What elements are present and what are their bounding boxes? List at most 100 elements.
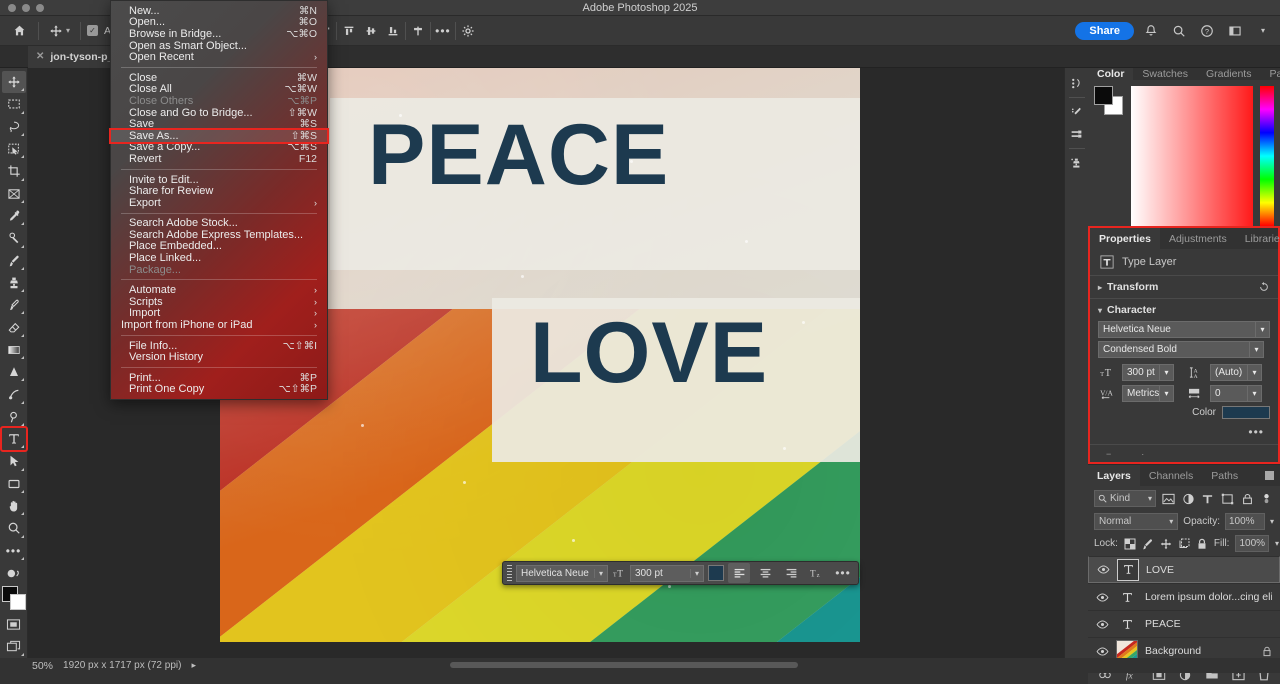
- tab-color[interactable]: Color: [1088, 68, 1133, 80]
- quick-selection-tool[interactable]: [2, 138, 26, 160]
- path-selection-tool[interactable]: [2, 450, 26, 472]
- home-icon[interactable]: [6, 20, 32, 42]
- tracking-input[interactable]: 0 ▾: [1210, 385, 1262, 402]
- layer-filter-kind-select[interactable]: Kind ▾: [1094, 490, 1156, 507]
- align-right-icon[interactable]: [780, 563, 802, 583]
- color-panel-swatches[interactable]: [1094, 86, 1124, 116]
- eyedropper-tool[interactable]: [2, 205, 26, 227]
- move-tool[interactable]: [2, 71, 26, 93]
- align-center-icon[interactable]: [754, 563, 776, 583]
- healing-brush-tool[interactable]: [2, 227, 26, 249]
- tab-libraries[interactable]: Libraries: [1236, 228, 1280, 249]
- chevron-down-icon[interactable]: ▾: [1247, 365, 1261, 380]
- menu-item-share-for-review[interactable]: Share for Review: [111, 185, 327, 197]
- lasso-tool[interactable]: [2, 116, 26, 138]
- menu-item-scripts[interactable]: Scripts›: [111, 296, 327, 308]
- menu-item-import-from-iphone-or-ipad[interactable]: Import from iPhone or iPad›: [111, 319, 327, 331]
- chevron-down-icon[interactable]: ▾: [1098, 306, 1102, 315]
- smart-object-filter-icon[interactable]: [1240, 491, 1255, 507]
- font-family-select[interactable]: Helvetica Neue ▾: [516, 565, 608, 582]
- align-horizontal-center-icon[interactable]: [408, 21, 428, 41]
- chevron-down-icon[interactable]: ▾: [690, 569, 699, 578]
- gradient-tool[interactable]: [2, 339, 26, 361]
- chevron-right-icon[interactable]: ▸: [1098, 283, 1102, 292]
- chevron-right-icon[interactable]: ▸: [191, 660, 196, 671]
- menu-item-save-as[interactable]: Save As...⇧⌘S: [111, 130, 327, 142]
- menu-item-automate[interactable]: Automate›: [111, 284, 327, 296]
- pixel-filter-icon[interactable]: [1161, 491, 1176, 507]
- share-button[interactable]: Share: [1075, 22, 1134, 40]
- help-icon[interactable]: ?: [1196, 20, 1218, 42]
- kerning-input[interactable]: Metrics ▾: [1122, 385, 1174, 402]
- tab-paths[interactable]: Paths: [1202, 465, 1247, 486]
- text-orientation-icon[interactable]: Tz: [806, 563, 828, 583]
- pen-tool[interactable]: [2, 406, 26, 428]
- search-icon[interactable]: [1168, 20, 1190, 42]
- layer-row-love[interactable]: LOVE: [1088, 556, 1280, 583]
- menu-item-new[interactable]: New...⌘N: [111, 5, 327, 17]
- menu-item-close-all[interactable]: Close All⌥⌘W: [111, 84, 327, 96]
- gear-icon[interactable]: [458, 21, 478, 41]
- align-left-icon[interactable]: [728, 563, 750, 583]
- bell-icon[interactable]: [1140, 20, 1162, 42]
- font-size-select[interactable]: 300 pt ▾: [630, 565, 704, 582]
- drag-handle[interactable]: [507, 565, 512, 581]
- lock-position-icon[interactable]: [1160, 536, 1172, 552]
- filter-toggle-icon[interactable]: [1259, 491, 1274, 507]
- floating-text-toolbar[interactable]: Helvetica Neue ▾ TT 300 pt ▾ Tz: [502, 561, 859, 585]
- menu-item-import[interactable]: Import›: [111, 308, 327, 320]
- tab-channels[interactable]: Channels: [1140, 465, 1202, 486]
- align-top-icon[interactable]: [339, 21, 359, 41]
- lock-all-icon[interactable]: [1196, 536, 1208, 552]
- menu-item-place-linked[interactable]: Place Linked...: [111, 252, 327, 264]
- quick-mask-toggle[interactable]: [2, 562, 26, 584]
- menu-item-close-and-go-to-bridge[interactable]: Close and Go to Bridge...⇧⌘W: [111, 107, 327, 119]
- history-brush-tool[interactable]: [2, 294, 26, 316]
- lock-transparency-icon[interactable]: [1124, 536, 1136, 552]
- clone-stamp-tool[interactable]: [2, 272, 26, 294]
- hand-tool[interactable]: [2, 495, 26, 517]
- minimize-window-button[interactable]: [22, 4, 30, 12]
- horizontal-scrollbar[interactable]: [450, 662, 798, 668]
- menu-item-browse-in-bridge[interactable]: Browse in Bridge...⌥⌘O: [111, 28, 327, 40]
- window-controls[interactable]: [8, 4, 44, 12]
- character-more-button[interactable]: •••: [1248, 425, 1264, 439]
- lock-icon[interactable]: [1262, 646, 1272, 657]
- fill-input[interactable]: 100%: [1235, 535, 1269, 552]
- text-color-swatch[interactable]: [1222, 406, 1270, 419]
- edit-in-quick-mask-icon[interactable]: [2, 613, 26, 635]
- align-bottom-icon[interactable]: [383, 21, 403, 41]
- screen-mode-icon[interactable]: [2, 636, 26, 658]
- color-ramp[interactable]: [1131, 86, 1253, 226]
- menu-item-save[interactable]: Save⌘S: [111, 118, 327, 130]
- clone-source-icon[interactable]: [1067, 152, 1087, 174]
- brush-settings-icon[interactable]: [1067, 101, 1087, 123]
- menu-item-close[interactable]: Close⌘W: [111, 72, 327, 84]
- edit-toolbar-button[interactable]: •••: [2, 540, 26, 562]
- font-family-select[interactable]: Helvetica Neue ▾: [1098, 321, 1270, 338]
- chevron-down-icon[interactable]: ▾: [594, 569, 603, 578]
- reset-icon[interactable]: [1258, 281, 1270, 293]
- menu-item-file-info[interactable]: File Info...⌥⇧⌘I: [111, 340, 327, 352]
- close-window-button[interactable]: [8, 4, 16, 12]
- tab-gradients[interactable]: Gradients: [1197, 68, 1261, 80]
- menu-item-open-recent[interactable]: Open Recent›: [111, 51, 327, 63]
- tab-properties[interactable]: Properties: [1090, 228, 1160, 249]
- menu-item-place-embedded[interactable]: Place Embedded...: [111, 241, 327, 253]
- eraser-tool[interactable]: [2, 316, 26, 338]
- layer-row-lorem[interactable]: Lorem ipsum dolor...cing elit, sed do: [1088, 583, 1280, 610]
- menu-item-export[interactable]: Export›: [111, 197, 327, 209]
- auto-select-checkbox[interactable]: ✓: [87, 25, 98, 36]
- chevron-down-icon[interactable]: ▾: [1270, 517, 1274, 526]
- shape-filter-icon[interactable]: [1220, 491, 1235, 507]
- hue-slider[interactable]: [1260, 86, 1274, 226]
- menu-item-search-adobe-express-templates[interactable]: Search Adobe Express Templates...: [111, 229, 327, 241]
- zoom-tool[interactable]: [2, 517, 26, 539]
- active-tool-indicator[interactable]: ▾: [45, 24, 74, 38]
- layer-row-peace[interactable]: PEACE: [1088, 610, 1280, 637]
- tab-adjustments[interactable]: Adjustments: [1160, 228, 1236, 249]
- menu-item-print[interactable]: Print...⌘P: [111, 372, 327, 384]
- layer-thumbnail[interactable]: [1117, 559, 1139, 581]
- blur-tool[interactable]: [2, 361, 26, 383]
- file-menu[interactable]: New...⌘NOpen...⌘OBrowse in Bridge...⌥⌘OO…: [110, 0, 328, 400]
